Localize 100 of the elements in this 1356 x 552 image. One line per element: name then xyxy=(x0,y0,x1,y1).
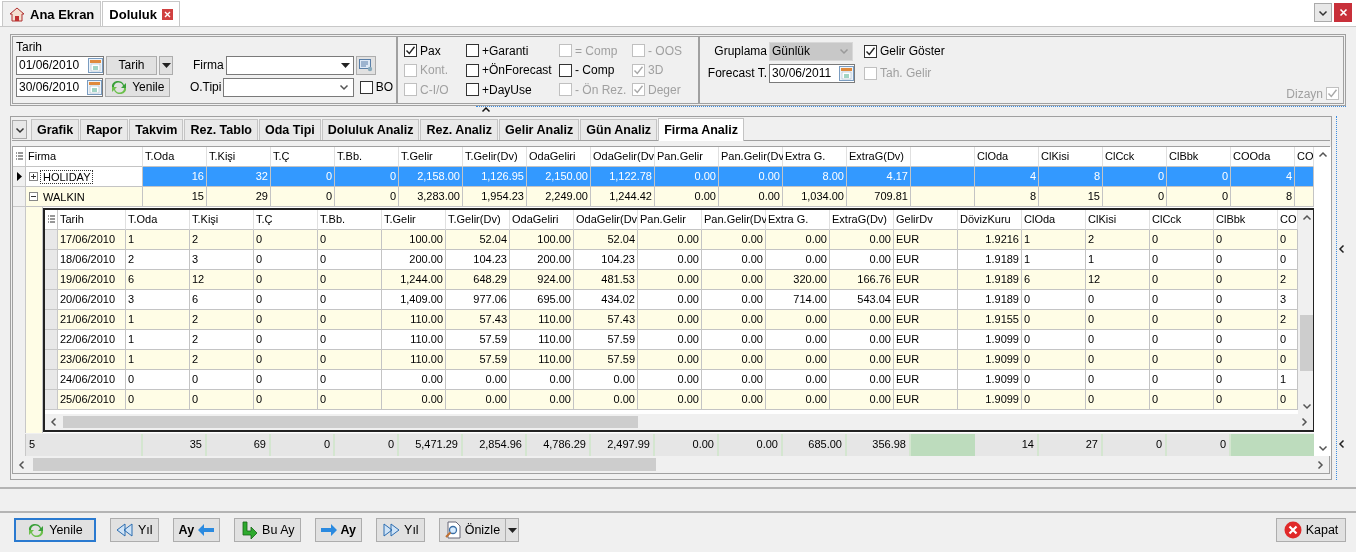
dropdown-button[interactable] xyxy=(505,518,520,542)
column-header[interactable]: T.Bb. xyxy=(335,147,399,167)
date-field[interactable]: 30/06/2010 xyxy=(16,77,103,97)
column-chooser-icon[interactable] xyxy=(47,215,55,224)
column-header[interactable]: T.Gelir xyxy=(382,210,446,230)
view-tab[interactable]: Rez. Tablo xyxy=(184,119,258,140)
calendar-icon[interactable] xyxy=(839,65,854,81)
firma-combobox[interactable] xyxy=(225,55,354,75)
toolbar-button[interactable]: Ay xyxy=(314,518,363,542)
column-header[interactable]: Firma xyxy=(26,147,143,167)
toolbar-button[interactable]: Ay xyxy=(172,518,221,542)
close-button[interactable] xyxy=(1334,3,1352,22)
date-field[interactable]: 30/06/2011 xyxy=(769,63,855,83)
checkbox[interactable] xyxy=(359,80,373,94)
column-header[interactable]: ClBbk xyxy=(1167,147,1231,167)
close-icon[interactable] xyxy=(162,8,173,20)
column-header[interactable]: Pan.Gelir(Dv xyxy=(702,210,766,230)
scrollbar-thumb[interactable] xyxy=(63,416,638,428)
column-header[interactable]: ClBbk xyxy=(1214,210,1278,230)
column-header[interactable]: ClOda xyxy=(975,147,1039,167)
column-header[interactable]: Extra G. xyxy=(766,210,830,230)
scrollbar-thumb[interactable] xyxy=(33,458,656,471)
row-indicator[interactable] xyxy=(13,167,26,187)
checkbox[interactable] xyxy=(466,44,479,57)
column-header[interactable]: T.Gelir(Dv) xyxy=(463,147,527,167)
checkbox[interactable] xyxy=(466,63,479,77)
column-header[interactable]: DövizKuru xyxy=(958,210,1022,230)
column-header[interactable]: CO xyxy=(1295,147,1314,167)
column-header[interactable]: ClCck xyxy=(1103,147,1167,167)
column-header[interactable]: ClKisi xyxy=(1086,210,1150,230)
column-header[interactable]: T.Oda xyxy=(126,210,190,230)
calendar-icon[interactable] xyxy=(86,79,102,95)
column-header[interactable]: COOda xyxy=(1231,147,1295,167)
scroll-left-icon[interactable] xyxy=(17,459,27,470)
view-tab[interactable]: Rez. Analiz xyxy=(420,119,498,140)
column-header[interactable]: ClCck xyxy=(1150,210,1214,230)
column-header[interactable]: Pan.Gelir(Dv xyxy=(719,147,783,167)
column-header[interactable]: ClKisi xyxy=(1039,147,1103,167)
column-header[interactable]: T.Gelir(Dv) xyxy=(446,210,510,230)
toolbar-button[interactable]: Bu Ay xyxy=(234,518,301,542)
dropdown-arrow-icon[interactable] xyxy=(161,62,171,68)
column-header[interactable]: Pan.Gelir xyxy=(655,147,719,167)
column-header[interactable]: CO xyxy=(1278,210,1298,230)
scroll-right-icon[interactable] xyxy=(1315,459,1325,470)
side-expand-icon[interactable] xyxy=(1337,244,1347,254)
column-header[interactable]: OdaGelir(Dv xyxy=(591,147,655,167)
column-header[interactable]: T.Gelir xyxy=(399,147,463,167)
view-tab[interactable]: Gelir Analiz xyxy=(499,119,580,140)
checkbox[interactable] xyxy=(404,44,417,57)
dropdown-arrow-icon[interactable] xyxy=(507,527,517,533)
scroll-up-icon[interactable] xyxy=(1301,213,1312,223)
column-header[interactable]: Tarih xyxy=(58,210,126,230)
column-header[interactable]: OdaGeliri xyxy=(527,147,591,167)
side-expand-icon[interactable] xyxy=(1337,439,1347,449)
date-type-button[interactable]: Tarih xyxy=(106,55,157,75)
document-tab[interactable]: Doluluk xyxy=(102,1,180,26)
scrollbar-thumb[interactable] xyxy=(1300,315,1313,371)
firma-cell[interactable]: HOLIDAY xyxy=(26,167,143,187)
column-header[interactable]: T.Ç xyxy=(271,147,335,167)
room-type-combobox[interactable] xyxy=(223,77,354,97)
toolbar-button[interactable]: Yıl xyxy=(110,518,159,542)
column-header[interactable]: Pan.Gelir xyxy=(638,210,702,230)
column-header[interactable]: Extra G. xyxy=(783,147,847,167)
column-header[interactable]: T.Bb. xyxy=(318,210,382,230)
column-header[interactable]: T.Ç xyxy=(254,210,318,230)
view-tab[interactable]: Gün Analiz xyxy=(580,119,658,140)
column-header[interactable]: T.Kişi xyxy=(207,147,271,167)
collapse-button[interactable] xyxy=(12,120,27,139)
column-header[interactable]: T.Kişi xyxy=(190,210,254,230)
checkbox[interactable] xyxy=(466,83,479,96)
date-field[interactable]: 01/06/2010 xyxy=(16,55,104,75)
column-header[interactable]: T.Oda xyxy=(143,147,207,167)
toolbar-button[interactable]: Yıl xyxy=(376,518,425,542)
view-tab[interactable]: Firma Analiz xyxy=(658,118,744,141)
chevron-down-icon[interactable] xyxy=(338,82,349,92)
refresh-button[interactable]: Yenile xyxy=(104,77,170,97)
scroll-down-icon[interactable] xyxy=(1317,443,1328,453)
dropdown-button[interactable] xyxy=(159,55,173,75)
toolbar-button[interactable]: Önizle xyxy=(438,518,507,542)
expand-icon[interactable] xyxy=(29,172,38,181)
column-chooser-icon[interactable] xyxy=(15,152,23,161)
view-tab[interactable]: Doluluk Analiz xyxy=(321,119,420,140)
view-tab[interactable]: Takvim xyxy=(129,119,184,140)
collapse-icon[interactable] xyxy=(29,192,38,201)
checkbox[interactable] xyxy=(559,63,572,77)
firma-cell[interactable]: WALKIN xyxy=(26,187,143,207)
column-header[interactable]: ExtraG(Dv) xyxy=(847,147,911,167)
view-tab[interactable]: Oda Tipi xyxy=(259,119,321,140)
scroll-left-icon[interactable] xyxy=(49,417,59,427)
view-tab[interactable]: Rapor xyxy=(80,119,129,140)
close-button[interactable]: Kapat xyxy=(1276,518,1346,542)
column-header[interactable]: GelirDv xyxy=(894,210,958,230)
document-tab[interactable]: Ana Ekran xyxy=(2,1,102,26)
calendar-icon[interactable] xyxy=(88,57,103,73)
scroll-up-icon[interactable] xyxy=(1317,150,1328,160)
lookup-button[interactable] xyxy=(355,55,376,75)
view-tab[interactable]: Grafik xyxy=(31,119,80,140)
column-header[interactable]: OdaGeliri xyxy=(510,210,574,230)
column-header[interactable]: ExtraG(Dv) xyxy=(830,210,894,230)
scroll-down-icon[interactable] xyxy=(1301,401,1312,411)
